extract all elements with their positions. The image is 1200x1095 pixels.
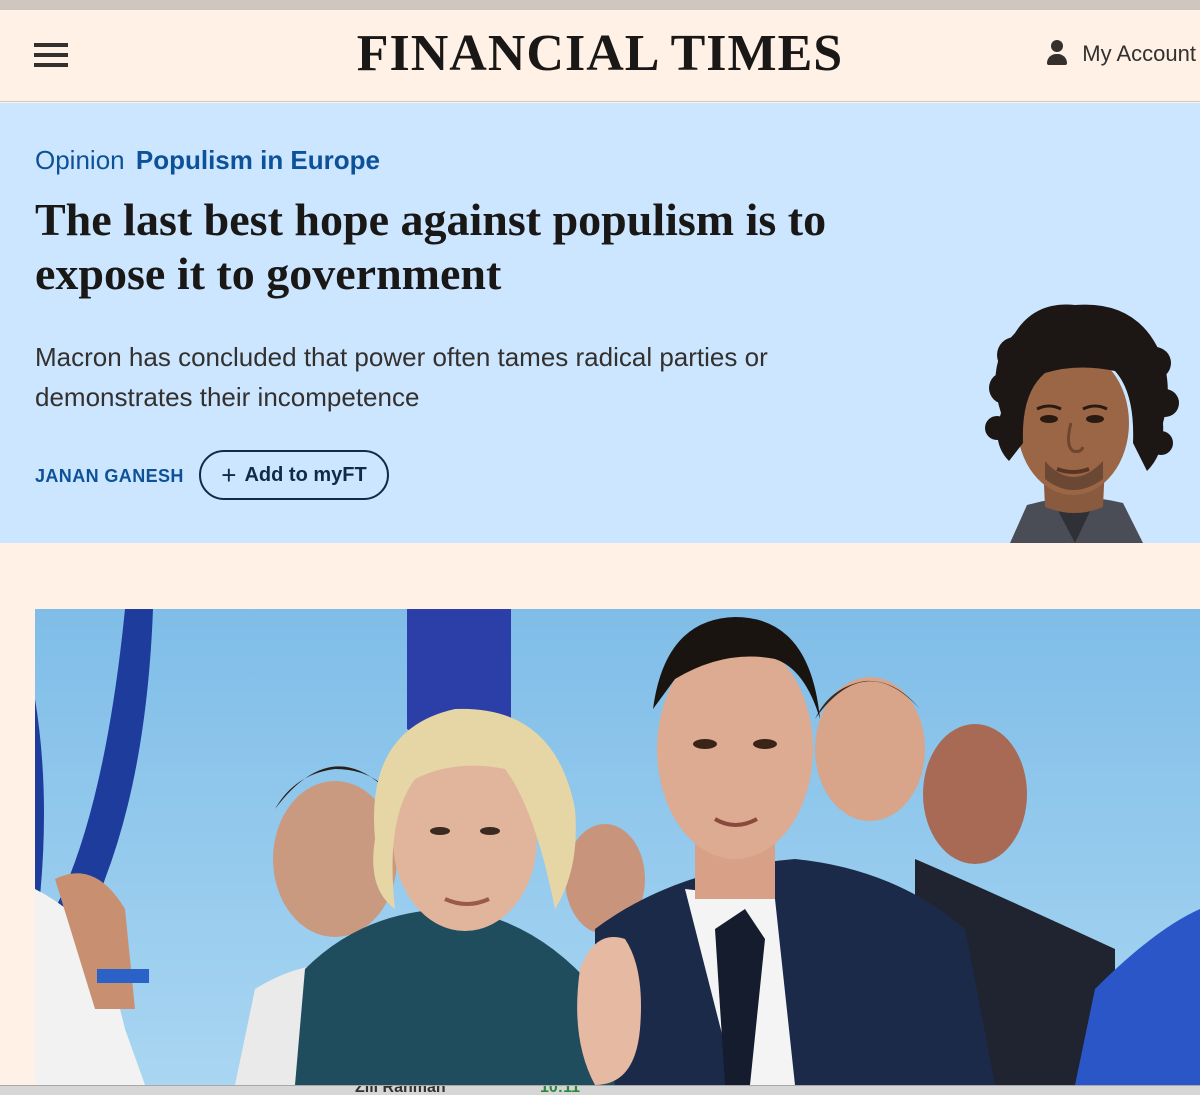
article-kicker: Opinion Populism in Europe xyxy=(35,145,380,176)
article-main-photo xyxy=(35,609,1200,1085)
article-headline: The last best hope against populism is t… xyxy=(35,194,827,299)
my-account-link[interactable]: My Account xyxy=(1046,40,1196,68)
add-to-myft-label: Add to myFT xyxy=(244,463,367,486)
site-header: FINANCIAL TIMES My Account xyxy=(0,10,1200,102)
author-portrait-image xyxy=(985,304,1179,543)
taskbar-clock: 10:11 xyxy=(540,1085,581,1095)
add-to-myft-button[interactable]: + Add to myFT xyxy=(199,450,389,500)
kicker-opinion-link[interactable]: Opinion xyxy=(35,145,125,175)
os-taskbar: Zill Rahman 10:11 xyxy=(0,1085,1200,1095)
browser-top-strip xyxy=(0,0,1200,10)
article-standfirst: Macron has concluded that power often ta… xyxy=(35,342,768,412)
taskbar-user-name: Zill Rahman xyxy=(355,1085,446,1095)
my-account-label: My Account xyxy=(1082,41,1196,66)
person-icon xyxy=(1046,40,1068,68)
kicker-topic-link[interactable]: Populism in Europe xyxy=(136,145,380,175)
plus-icon: + xyxy=(221,460,237,490)
author-byline-link[interactable]: JANAN GANESH xyxy=(35,466,184,487)
article-hero: Opinion Populism in Europe The last best… xyxy=(0,103,1200,543)
masthead-logo[interactable]: FINANCIAL TIMES xyxy=(0,24,1200,84)
